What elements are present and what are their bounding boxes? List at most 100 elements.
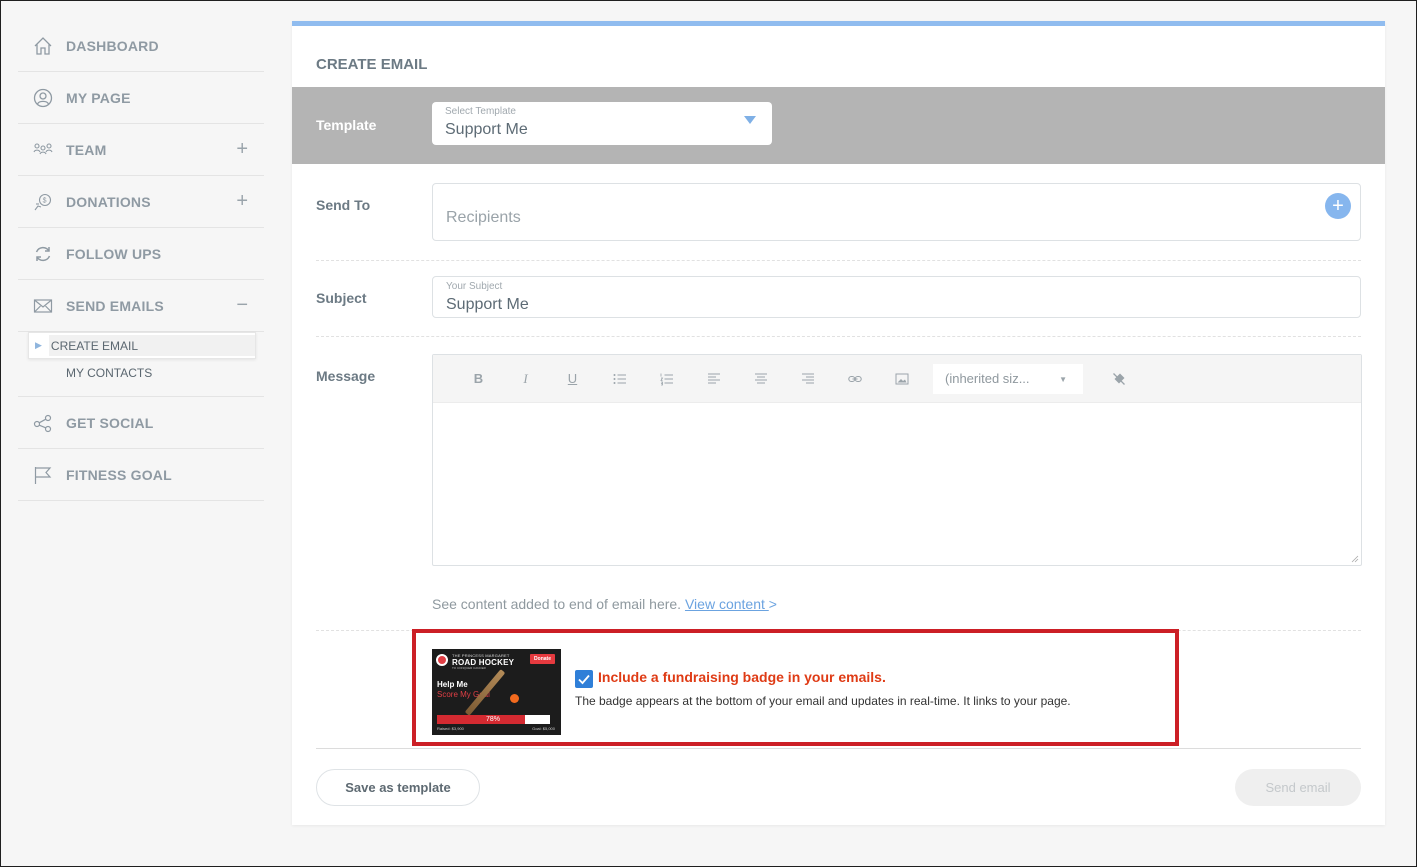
image-button[interactable] [878,367,925,391]
sidebar-item-label: FOLLOW UPS [66,245,162,262]
resize-handle-icon[interactable] [1351,555,1359,563]
sidebar-subitem-my-contacts[interactable]: MY CONTACTS [18,359,264,386]
editor-toolbar: B I U (inherited siz... ▼ [433,355,1361,403]
badge-donate-label: Donate [530,654,555,664]
align-left-icon [707,373,720,383]
font-size-select[interactable]: (inherited siz... ▼ [933,363,1083,394]
message-label: Message [316,368,376,384]
subject-value: Support Me [446,296,529,313]
align-center-button[interactable] [737,367,784,391]
badge-help-text: Help Me [437,680,468,689]
link-icon [847,375,862,382]
include-badge-checkbox[interactable] [575,670,593,688]
recipients-field[interactable]: Recipients + [432,183,1361,241]
sidebar-item-fitness-goal[interactable]: FITNESS GOAL [18,449,264,501]
badge-raised-amount: Raised: $3,900 [437,726,464,731]
template-row: Template Select Template Support Me [292,87,1385,164]
recipients-placeholder: Recipients [446,209,521,226]
sidebar-item-label: TEAM [66,141,107,158]
road-hockey-logo [436,654,448,666]
italic-button[interactable]: I [502,367,549,391]
badge-progress-percent: 78% [486,716,501,723]
template-select-caption: Select Template [445,106,516,117]
sidebar-item-label: DONATIONS [66,193,151,210]
align-right-button[interactable] [784,367,831,391]
badge-progress-fill [437,715,526,724]
link-button[interactable] [831,367,878,391]
view-content-arrow[interactable]: > [769,596,777,612]
collapse-toggle[interactable]: − [236,294,248,316]
image-icon [895,373,908,384]
include-badge-label[interactable]: Include a fundraising badge in your emai… [598,669,886,685]
fundraising-badge-image: THE PRINCESS MARGARET ROAD HOCKEY TO CON… [432,649,561,735]
sidebar-item-team[interactable]: TEAM + [18,124,264,176]
team-icon [32,140,54,160]
page-title: CREATE EMAIL [316,56,428,73]
subject-label: Subject [316,290,367,306]
send-to-label: Send To [316,197,371,213]
badge-progress-bar: 78% [437,715,550,724]
align-right-icon [801,373,814,383]
send-emails-submenu: ▶ CREATE EMAIL MY CONTACTS [18,332,264,397]
divider [316,748,1361,749]
badge-tagline: TO CONQUER CANCER [452,666,486,670]
sidebar-subitem-create-email[interactable]: ▶ CREATE EMAIL [28,332,256,359]
template-label: Template [316,117,377,133]
caret-right-icon: ▶ [35,340,42,350]
see-content-note: See content added to end of email here. … [432,596,777,612]
divider [316,336,1361,337]
money-hand-icon: $ [32,192,54,212]
underline-button[interactable]: U [549,367,596,391]
flag-icon [32,465,54,485]
bold-button[interactable]: B [455,367,502,391]
share-icon [32,413,54,433]
sidebar: DASHBOARD MY PAGE TEAM + $ DONATIONS + F… [18,20,264,501]
bullet-list-icon [613,373,626,384]
template-select-value: Support Me [445,121,528,138]
template-select[interactable]: Select Template Support Me [432,102,772,145]
send-email-button[interactable]: Send email [1235,769,1361,806]
align-left-button[interactable] [690,367,737,391]
checkmark-icon [578,674,590,685]
fundraising-badge-section: THE PRINCESS MARGARET ROAD HOCKEY TO CON… [412,629,1179,746]
view-content-link[interactable]: View content [685,596,769,612]
divider [316,260,1361,261]
user-circle-icon [32,88,54,108]
svg-text:$: $ [43,197,47,204]
eraser-icon [1112,372,1125,385]
sidebar-item-get-social[interactable]: GET SOCIAL [18,397,264,449]
bullet-list-button[interactable] [596,367,643,391]
numbered-list-button[interactable] [643,367,690,391]
sidebar-item-label: DASHBOARD [66,37,159,54]
sidebar-item-follow-ups[interactable]: FOLLOW UPS [18,228,264,280]
sidebar-item-label: FITNESS GOAL [66,466,172,483]
font-size-value: (inherited siz... [945,371,1030,386]
add-recipient-button[interactable]: + [1325,193,1351,219]
numbered-list-icon [659,373,673,385]
expand-toggle[interactable]: + [236,138,248,160]
badge-description: The badge appears at the bottom of your … [575,694,1071,708]
clear-formatting-button[interactable] [1095,367,1142,391]
sidebar-item-dashboard[interactable]: DASHBOARD [18,20,264,72]
create-email-card: CREATE EMAIL Template Select Template Su… [292,21,1385,825]
save-as-template-button[interactable]: Save as template [316,769,480,806]
badge-goal-amount: Goal: $5,000 [532,726,555,731]
align-center-icon [754,373,767,383]
sidebar-item-send-emails[interactable]: SEND EMAILS − [18,280,264,332]
message-editor[interactable]: B I U (inherited siz... ▼ [432,354,1362,566]
expand-toggle[interactable]: + [236,190,248,212]
sidebar-subitem-label: MY CONTACTS [66,365,153,380]
home-icon [32,36,54,56]
puck-graphic [510,694,519,703]
dropdown-arrow-icon: ▼ [1059,374,1067,384]
sidebar-item-label: GET SOCIAL [66,414,154,431]
subject-field[interactable]: Your Subject Support Me [432,276,1361,318]
dropdown-arrow-icon [744,116,756,124]
sidebar-item-label: MY PAGE [66,89,131,106]
subject-caption: Your Subject [446,281,503,292]
sidebar-item-donations[interactable]: $ DONATIONS + [18,176,264,228]
refresh-icon [32,244,54,264]
envelope-icon [32,296,54,316]
sidebar-item-my-page[interactable]: MY PAGE [18,72,264,124]
see-content-text: See content added to end of email here. [432,596,682,612]
